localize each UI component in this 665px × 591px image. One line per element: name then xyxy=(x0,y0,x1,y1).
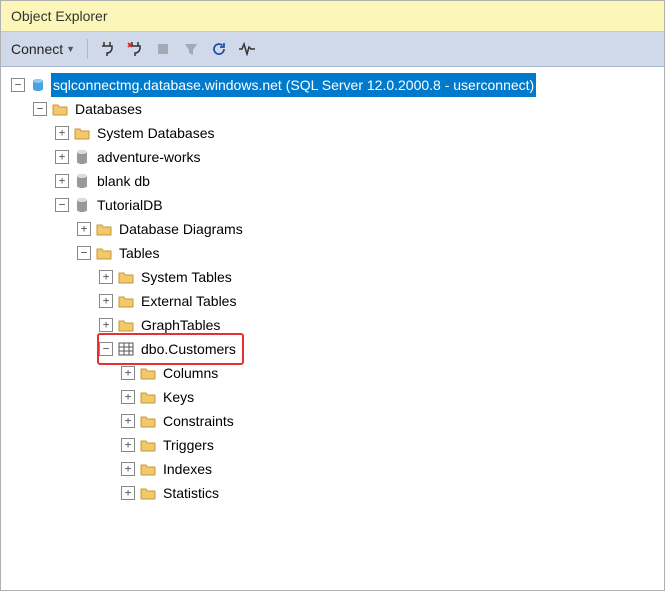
server-label: sqlconnectmg.database.windows.net (SQL S… xyxy=(51,73,536,97)
folder-icon xyxy=(95,220,113,238)
expander-icon[interactable] xyxy=(99,294,113,308)
tutorialdb-label: TutorialDB xyxy=(95,193,165,217)
server-icon xyxy=(29,76,47,94)
databases-label: Databases xyxy=(73,97,144,121)
indexes-label: Indexes xyxy=(161,457,214,481)
expander-icon[interactable] xyxy=(99,270,113,284)
system-tables-label: System Tables xyxy=(139,265,234,289)
tree-node-indexes[interactable]: Indexes xyxy=(5,457,660,481)
expander-icon[interactable] xyxy=(55,174,69,188)
database-icon xyxy=(73,148,91,166)
tree-node-dbo-customers[interactable]: dbo.Customers xyxy=(5,337,660,361)
expander-icon[interactable] xyxy=(33,102,47,116)
folder-icon xyxy=(139,388,157,406)
tree-node-tutorialdb[interactable]: TutorialDB xyxy=(5,193,660,217)
system-databases-label: System Databases xyxy=(95,121,217,145)
toolbar-separator xyxy=(87,39,88,59)
tree-node-constraints[interactable]: Constraints xyxy=(5,409,660,433)
triggers-label: Triggers xyxy=(161,433,216,457)
folder-icon xyxy=(95,244,113,262)
stop-icon xyxy=(152,38,174,60)
filter-icon xyxy=(180,38,202,60)
activity-monitor-icon[interactable] xyxy=(236,38,258,60)
expander-icon[interactable] xyxy=(121,462,135,476)
folder-icon xyxy=(117,292,135,310)
connect-button[interactable]: Connect ▼ xyxy=(7,39,79,59)
connect-label: Connect xyxy=(11,41,63,57)
tree-node-server[interactable]: sqlconnectmg.database.windows.net (SQL S… xyxy=(5,73,660,97)
expander-icon[interactable] xyxy=(55,126,69,140)
disconnect-icon[interactable] xyxy=(124,38,146,60)
panel-title-bar: Object Explorer xyxy=(1,1,664,32)
object-explorer-panel: Object Explorer Connect ▼ xyxy=(0,0,665,591)
tree-node-database-diagrams[interactable]: Database Diagrams xyxy=(5,217,660,241)
expander-icon[interactable] xyxy=(55,198,69,212)
expander-icon[interactable] xyxy=(11,78,25,92)
folder-icon xyxy=(139,460,157,478)
folder-icon xyxy=(117,316,135,334)
table-icon xyxy=(117,340,135,358)
blank-db-label: blank db xyxy=(95,169,152,193)
external-tables-label: External Tables xyxy=(139,289,238,313)
expander-icon[interactable] xyxy=(121,390,135,404)
tree-node-adventure-works[interactable]: adventure-works xyxy=(5,145,660,169)
customers-label: dbo.Customers xyxy=(139,337,238,361)
tree-node-keys[interactable]: Keys xyxy=(5,385,660,409)
folder-icon xyxy=(51,100,69,118)
folder-icon xyxy=(117,268,135,286)
folder-icon xyxy=(139,436,157,454)
tables-label: Tables xyxy=(117,241,161,265)
expander-icon[interactable] xyxy=(121,438,135,452)
diagrams-label: Database Diagrams xyxy=(117,217,245,241)
keys-label: Keys xyxy=(161,385,196,409)
panel-title: Object Explorer xyxy=(11,8,107,24)
database-icon xyxy=(73,196,91,214)
folder-icon xyxy=(73,124,91,142)
expander-icon[interactable] xyxy=(77,222,91,236)
tree-node-triggers[interactable]: Triggers xyxy=(5,433,660,457)
expander-icon[interactable] xyxy=(121,414,135,428)
folder-icon xyxy=(139,484,157,502)
database-icon xyxy=(73,172,91,190)
dropdown-caret-icon: ▼ xyxy=(66,44,75,54)
expander-icon[interactable] xyxy=(99,318,113,332)
tree-node-system-tables[interactable]: System Tables xyxy=(5,265,660,289)
tree-node-system-databases[interactable]: System Databases xyxy=(5,121,660,145)
tree-node-databases[interactable]: Databases xyxy=(5,97,660,121)
expander-icon[interactable] xyxy=(121,486,135,500)
expander-icon[interactable] xyxy=(55,150,69,164)
adventure-works-label: adventure-works xyxy=(95,145,203,169)
tree-node-tables[interactable]: Tables xyxy=(5,241,660,265)
expander-icon[interactable] xyxy=(99,342,113,356)
refresh-icon[interactable] xyxy=(208,38,230,60)
columns-label: Columns xyxy=(161,361,220,385)
tree-node-external-tables[interactable]: External Tables xyxy=(5,289,660,313)
toolbar: Connect ▼ xyxy=(1,32,664,67)
expander-icon[interactable] xyxy=(77,246,91,260)
constraints-label: Constraints xyxy=(161,409,236,433)
statistics-label: Statistics xyxy=(161,481,221,505)
folder-icon xyxy=(139,364,157,382)
tree-node-statistics[interactable]: Statistics xyxy=(5,481,660,505)
plug-icon[interactable] xyxy=(96,38,118,60)
expander-icon[interactable] xyxy=(121,366,135,380)
tree-view[interactable]: sqlconnectmg.database.windows.net (SQL S… xyxy=(1,67,664,590)
tree-node-blank-db[interactable]: blank db xyxy=(5,169,660,193)
folder-icon xyxy=(139,412,157,430)
